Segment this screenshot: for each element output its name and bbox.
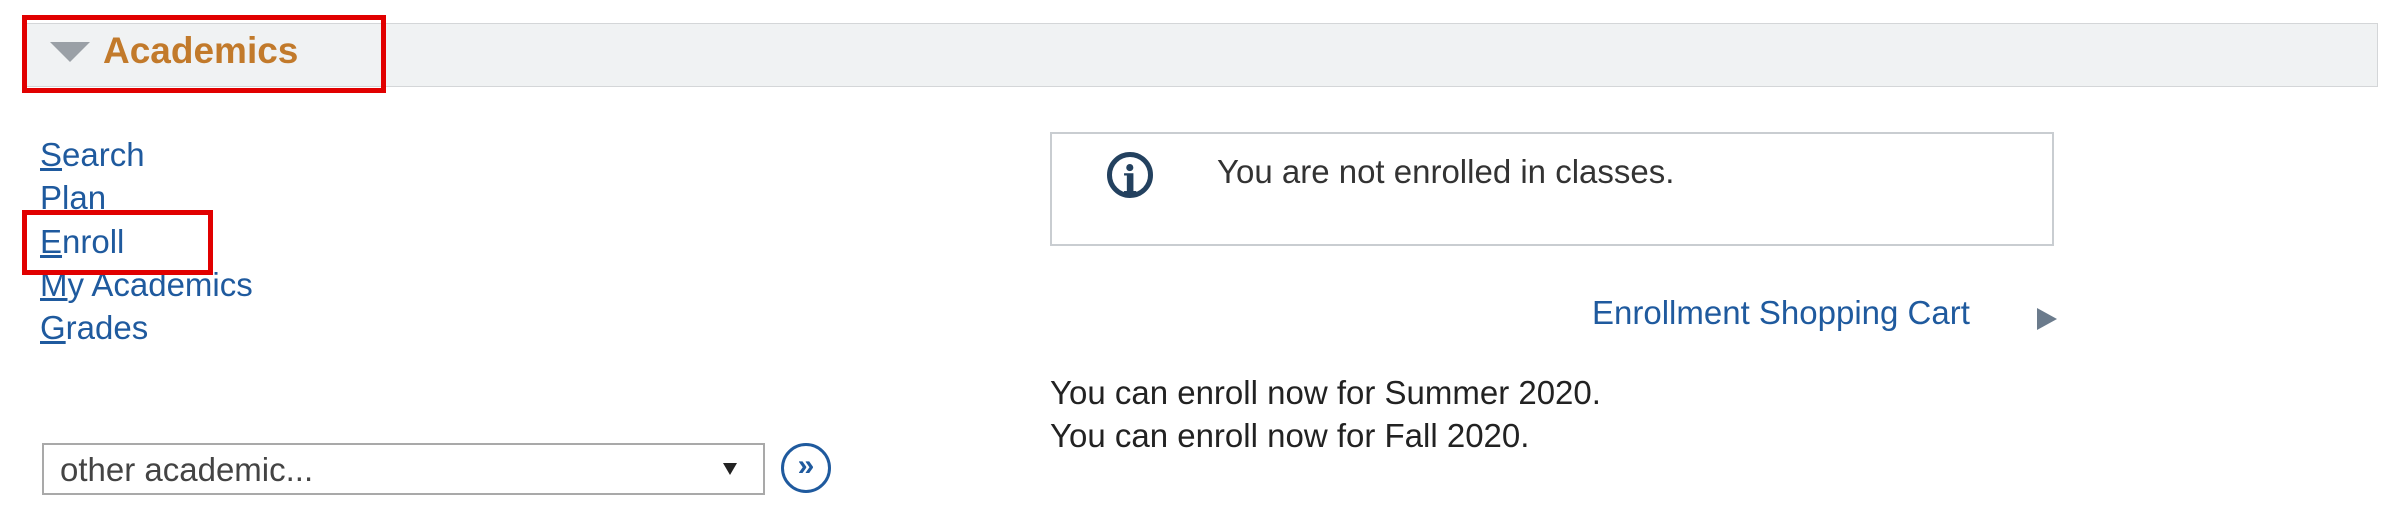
highlight-enroll (22, 210, 213, 275)
go-button[interactable]: » (781, 443, 831, 493)
other-academic-select[interactable]: other academic... (42, 443, 765, 495)
nav-search-link[interactable]: Search (40, 135, 145, 175)
enroll-message-summer: You can enroll now for Summer 2020. (1050, 374, 1601, 411)
chevron-down-icon (723, 463, 737, 475)
nav-grades-link[interactable]: Grades (40, 308, 148, 348)
info-icon: i (1107, 152, 1153, 202)
enroll-message-fall: You can enroll now for Fall 2020. (1050, 417, 1530, 454)
not-enrolled-message: You are not enrolled in classes. (1217, 153, 1675, 190)
highlight-academics (22, 15, 386, 93)
info-message-box: i You are not enrolled in classes. (1050, 132, 2054, 246)
enrollment-shopping-cart-link[interactable]: Enrollment Shopping Cart (1592, 293, 1970, 333)
play-arrow-icon[interactable] (2037, 308, 2057, 330)
select-value: other academic... (60, 451, 314, 488)
